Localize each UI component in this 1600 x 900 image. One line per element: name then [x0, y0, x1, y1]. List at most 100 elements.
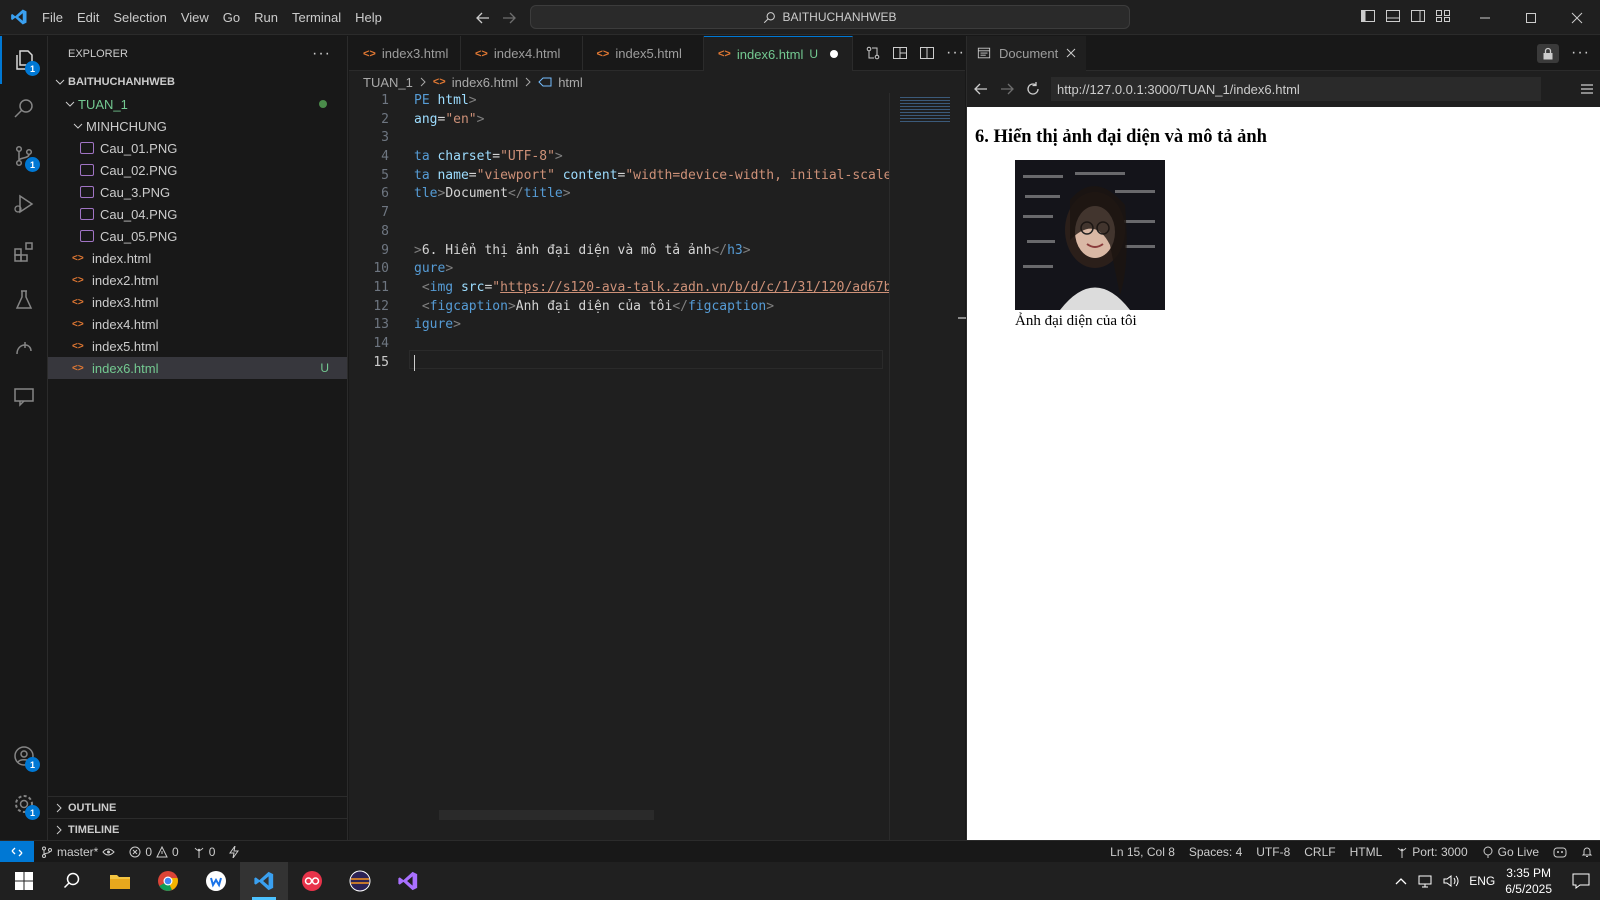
horizontal-scrollbar[interactable] [439, 810, 654, 820]
outline-section[interactable]: OUTLINE [48, 796, 348, 818]
chat-activity[interactable] [0, 372, 48, 420]
ports-status[interactable]: 0 [186, 845, 223, 859]
remote-indicator[interactable] [0, 840, 34, 863]
file-item[interactable]: Cau_02.PNG [48, 159, 347, 181]
menu-edit[interactable]: Edit [70, 0, 106, 35]
line-ending[interactable]: CRLF [1297, 845, 1342, 859]
chrome-taskbar-button[interactable] [144, 862, 192, 900]
forward-arrow-icon[interactable] [999, 81, 1015, 97]
toggle-secondary-sidebar-icon[interactable] [1410, 8, 1426, 24]
tab-index5[interactable]: <> index5.html [583, 36, 704, 71]
tab-index3[interactable]: <> index3.html [349, 36, 461, 71]
tab-index6[interactable]: <> index6.html U [704, 36, 854, 71]
eclipse-taskbar-button[interactable] [336, 862, 384, 900]
file-item[interactable]: Cau_04.PNG [48, 203, 347, 225]
minimize-icon[interactable] [1462, 0, 1508, 35]
file-item[interactable]: Cau_01.PNG [48, 137, 347, 159]
url-input[interactable]: http://127.0.0.1:3000/TUAN_1/index6.html [1051, 77, 1541, 101]
folder-tuan-1[interactable]: TUAN_1 [48, 93, 347, 115]
more-actions-icon[interactable]: ··· [1571, 44, 1590, 62]
minimap[interactable] [889, 93, 971, 840]
breadcrumb-symbol[interactable]: html [558, 75, 583, 90]
vscode-logo-icon[interactable] [10, 8, 28, 26]
close-icon[interactable] [1554, 0, 1600, 35]
source-control-activity[interactable]: 1 [0, 132, 48, 180]
indentation[interactable]: Spaces: 4 [1182, 845, 1249, 859]
menu-run[interactable]: Run [247, 0, 285, 35]
volume-icon[interactable] [1443, 874, 1459, 888]
unsaved-dot-icon[interactable] [830, 50, 839, 58]
file-item[interactable]: <> index3.html [48, 291, 347, 313]
language-indicator[interactable]: ENG [1469, 874, 1495, 888]
menu-go[interactable]: Go [216, 0, 247, 35]
cursor-position[interactable]: Ln 15, Col 8 [1103, 845, 1182, 859]
close-icon[interactable] [1066, 48, 1076, 58]
encoding[interactable]: UTF-8 [1249, 845, 1297, 859]
menu-help[interactable]: Help [348, 0, 389, 35]
customize-layout-icon[interactable] [1435, 8, 1451, 24]
notification-center-icon[interactable] [1572, 873, 1590, 889]
breadcrumb-folder[interactable]: TUAN_1 [363, 75, 413, 90]
reload-icon[interactable] [1025, 81, 1041, 97]
app-taskbar-button[interactable] [192, 862, 240, 900]
vscode-taskbar-button[interactable] [240, 862, 288, 900]
explorer-activity[interactable]: 1 [0, 36, 48, 84]
toggle-panel-icon[interactable] [1385, 8, 1401, 24]
more-actions-icon[interactable]: ··· [312, 45, 331, 63]
accounts-activity[interactable]: 1 [0, 732, 48, 780]
clock[interactable]: 3:35 PM 6/5/2025 [1505, 865, 1552, 897]
toggle-sidebar-icon[interactable] [1360, 8, 1376, 24]
go-live-button[interactable]: Go Live [1475, 845, 1546, 859]
timeline-section[interactable]: TIMELINE [48, 818, 348, 840]
branch-status[interactable]: master* [34, 845, 122, 859]
live-server-port[interactable]: Port: 3000 [1389, 845, 1474, 859]
menu-terminal[interactable]: Terminal [285, 0, 348, 35]
testing-activity[interactable] [0, 276, 48, 324]
file-item[interactable]: Cau_3.PNG [48, 181, 347, 203]
lightning-status[interactable] [222, 845, 246, 858]
breadcrumb-file[interactable]: index6.html [452, 75, 518, 90]
file-item-selected[interactable]: <> index6.html U [48, 357, 347, 379]
problems-status[interactable]: 00 [122, 845, 185, 859]
extensions-activity[interactable] [0, 228, 48, 276]
language-mode[interactable]: HTML [1343, 845, 1390, 859]
menu-view[interactable]: View [174, 0, 216, 35]
notifications-status[interactable] [1574, 846, 1600, 858]
chevron-up-icon[interactable] [1395, 876, 1407, 886]
split-editor-icon[interactable] [919, 45, 935, 61]
maximize-icon[interactable] [1508, 0, 1554, 35]
more-actions-icon[interactable]: ··· [946, 44, 965, 62]
oo-app-taskbar-button[interactable] [288, 862, 336, 900]
manage-activity[interactable]: 1 [0, 780, 48, 828]
search-activity[interactable] [0, 84, 48, 132]
start-button[interactable] [0, 862, 48, 900]
lock-icon[interactable] [1537, 43, 1560, 63]
file-item[interactable]: Cau_05.PNG [48, 225, 347, 247]
network-icon[interactable] [1417, 874, 1433, 888]
file-item[interactable]: <> index5.html [48, 335, 347, 357]
compare-changes-icon[interactable] [865, 45, 881, 61]
remote-activity[interactable] [0, 324, 48, 372]
file-explorer-taskbar-button[interactable] [96, 862, 144, 900]
visual-studio-taskbar-button[interactable] [384, 862, 432, 900]
open-preview-icon[interactable] [892, 45, 908, 61]
code-editor[interactable]: 1 PE html> 2 ang="en"> 3 4 ta charset="UTF-… [349, 93, 889, 373]
file-item[interactable]: <> index4.html [48, 313, 347, 335]
back-arrow-icon[interactable] [470, 8, 496, 28]
file-item[interactable]: <> index2.html [48, 269, 347, 291]
back-arrow-icon[interactable] [973, 81, 989, 97]
menu-selection[interactable]: Selection [106, 0, 173, 35]
workspace-root[interactable]: BAITHUCHANHWEB [48, 71, 347, 93]
folder-minhchung[interactable]: MINHCHUNG [48, 115, 347, 137]
command-center[interactable]: BAITHUCHANHWEB [530, 5, 1130, 29]
search-taskbar-button[interactable] [48, 862, 96, 900]
file-item[interactable]: <> index.html [48, 247, 347, 269]
browser-tabs: Document ··· [967, 35, 1600, 71]
hamburger-menu-icon[interactable] [1580, 83, 1594, 95]
copilot-status[interactable] [1546, 846, 1574, 858]
menu-file[interactable]: File [35, 0, 70, 35]
forward-arrow-icon[interactable] [496, 8, 522, 28]
run-debug-activity[interactable] [0, 180, 48, 228]
tab-index4[interactable]: <> index4.html [461, 36, 583, 71]
tab-document[interactable]: Document [967, 35, 1087, 71]
